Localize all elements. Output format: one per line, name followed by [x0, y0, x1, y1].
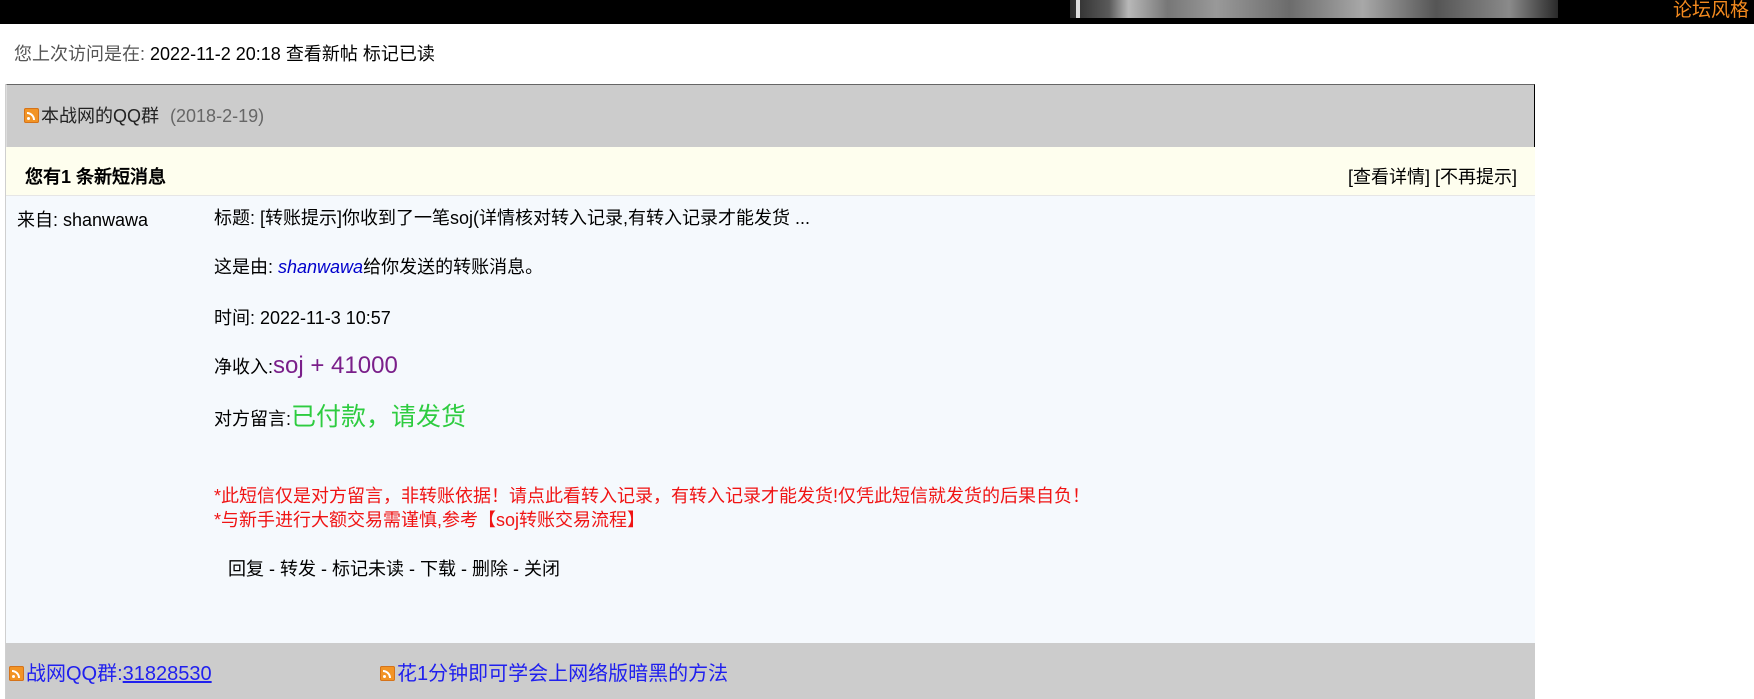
- action-separator: -: [456, 559, 472, 579]
- transfer-record-link[interactable]: 此看转入记录: [545, 486, 653, 506]
- warning-1-suffix: ，有转入记录才能发货!仅凭此短信就发货的后果自负！: [653, 486, 1091, 506]
- message-header-actions: [查看详情] [不再提示]: [1348, 163, 1517, 189]
- sent-by-suffix: 给你发送的转账消息。: [363, 257, 544, 277]
- sent-by-line: 这是由: shanwawa给你发送的转账消息。: [214, 255, 543, 279]
- note-value: 已付款，请发货: [291, 403, 467, 431]
- action-separator: -: [316, 559, 332, 579]
- announcement-date: (2018-2-19): [170, 106, 265, 126]
- banner-image: [1070, 0, 1558, 18]
- warning-line-2: *与新手进行大额交易需谨慎,参考【soj转账交易流程】: [214, 508, 645, 532]
- announcement-title-link[interactable]: 本战网的QQ群: [41, 106, 159, 126]
- learn-method-link[interactable]: 花1分钟即可学会上网络版暗黑的方法: [397, 663, 728, 685]
- qq-group-number-link[interactable]: 31828530: [123, 663, 212, 685]
- close-link[interactable]: 关闭: [524, 559, 560, 579]
- note-label: 对方留言:: [214, 409, 292, 429]
- view-detail-link[interactable]: [查看详情]: [1348, 167, 1430, 187]
- new-message-count: 您有1 条新短消息: [25, 167, 167, 187]
- mark-read-link[interactable]: 标记已读: [363, 44, 435, 64]
- transfer-process-link[interactable]: 【soj转账交易流程】: [478, 510, 645, 530]
- forum-style-link[interactable]: 论坛风格: [1673, 0, 1749, 22]
- income-value: soj + 41000: [273, 352, 398, 379]
- income-line: 净收入:soj + 41000: [214, 354, 398, 379]
- rss-icon: [24, 108, 39, 123]
- forum-links-area: 战网QQ群:31828530 花1分钟即可学会上网络版暗黑的方法: [6, 643, 1535, 699]
- qq-group-link-item: 战网QQ群:31828530: [9, 661, 212, 687]
- note-line: 对方留言:已付款，请发货: [214, 405, 466, 431]
- rss-icon: [380, 666, 395, 681]
- warning-1-prefix: *此短信仅是对方留言，非转账依据！请点: [214, 486, 546, 506]
- no-remind-link[interactable]: [不再提示]: [1435, 167, 1517, 187]
- action-separator: -: [508, 559, 524, 579]
- rss-icon: [9, 666, 24, 681]
- message-time: 时间: 2022-11-3 10:57: [214, 308, 391, 328]
- learn-method-link-item: 花1分钟即可学会上网络版暗黑的方法: [380, 661, 728, 687]
- last-visit-line: 您上次访问是在: 2022-11-2 20:18 查看新帖 标记已读: [14, 42, 435, 66]
- message-from: 来自: shanwawa: [17, 210, 149, 230]
- last-visit-label: 您上次访问是在:: [14, 44, 146, 64]
- last-visit-datetime: 2022-11-2 20:18: [150, 44, 281, 64]
- message-actions: 回复 - 转发 - 标记未读 - 下载 - 删除 - 关闭: [228, 557, 560, 581]
- mark-unread-link[interactable]: 标记未读: [332, 559, 404, 579]
- main-panel: 本战网的QQ群 (2018-2-19) 您有1 条新短消息 [查看详情] [不再…: [6, 84, 1535, 699]
- reply-link[interactable]: 回复: [228, 559, 264, 579]
- new-message-header: 您有1 条新短消息 [查看详情] [不再提示]: [6, 147, 1535, 196]
- delete-link[interactable]: 删除: [472, 559, 508, 579]
- forward-link[interactable]: 转发: [280, 559, 316, 579]
- income-label: 净收入:: [214, 357, 274, 377]
- action-separator: -: [264, 559, 280, 579]
- message-body: 来自: shanwawa 标题: [转账提示]你收到了一笔soj(详情核对转入记…: [6, 196, 1535, 643]
- warning-line-1: *此短信仅是对方留言，非转账依据！请点此看转入记录，有转入记录才能发货!仅凭此短…: [214, 484, 1090, 508]
- message-subject: 标题: [转账提示]你收到了一笔soj(详情核对转入记录,有转入记录才能发货 .…: [214, 208, 811, 228]
- action-separator: -: [404, 559, 420, 579]
- sent-by-prefix: 这是由:: [214, 257, 279, 277]
- warning-2-prefix: *与新手进行大额交易需谨慎,参考: [214, 510, 479, 530]
- sender-link[interactable]: shanwawa: [278, 257, 363, 277]
- qq-group-prefix: 战网QQ群:: [26, 663, 123, 685]
- top-banner: [0, 0, 1754, 24]
- new-posts-link[interactable]: 查看新帖: [286, 44, 358, 64]
- announcement-bar: 本战网的QQ群 (2018-2-19): [6, 84, 1535, 147]
- download-link[interactable]: 下载: [420, 559, 456, 579]
